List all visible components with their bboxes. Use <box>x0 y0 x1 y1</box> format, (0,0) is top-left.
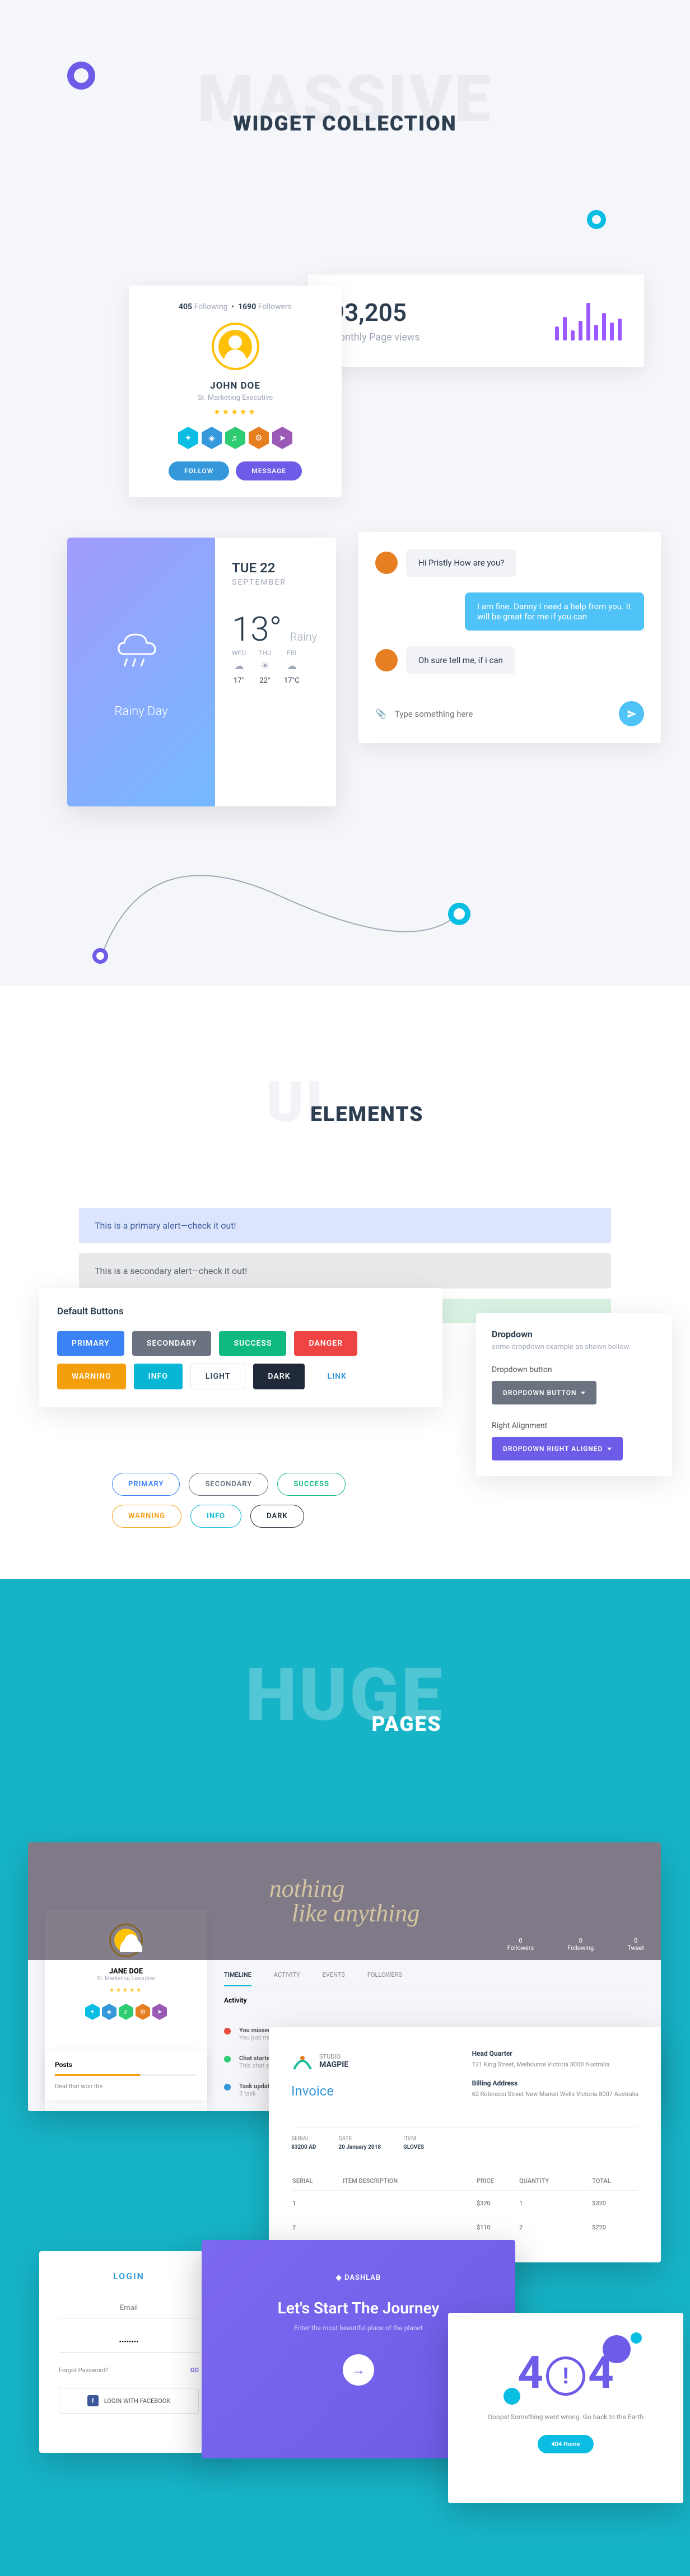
login-title: LOGIN <box>59 2271 199 2281</box>
card-subtitle: some dropdown example as shown bellow <box>492 1343 656 1351</box>
error-code: 4!4 <box>518 2346 614 2399</box>
outline-success-button[interactable]: SUCCESS <box>277 1473 346 1496</box>
card-title: Dropdown <box>492 1329 656 1340</box>
avatar <box>375 552 398 574</box>
cloud-rain-icon <box>108 626 175 676</box>
invoice-title: Invoice <box>291 2083 348 2099</box>
stats-label: Monthly Page views <box>330 332 420 343</box>
light-button[interactable]: LIGHT <box>190 1364 245 1389</box>
link-button[interactable]: LINK <box>313 1364 361 1389</box>
profile-title: Sr. Marketing Executive <box>146 394 325 402</box>
forgot-password-link[interactable]: Forgot Password? <box>59 2367 108 2374</box>
weather-temp: 13° Rainy <box>232 609 319 649</box>
facebook-login-button[interactable]: fLOGIN WITH FACEBOOK <box>59 2388 199 2414</box>
invoice-table: SERIALITEM DESCRIPTIONPRICEQUANTITYTOTAL… <box>291 2171 638 2240</box>
alert-primary: This is a primary alert—check it out! <box>79 1208 611 1243</box>
chat-input[interactable] <box>395 709 610 719</box>
danger-button[interactable]: DANGER <box>294 1331 357 1356</box>
badge-row: ✦ ◈ ♬ ⚙ ➤ <box>146 427 325 449</box>
badge-icon: ⚙ <box>249 427 269 449</box>
dropdown-label: Right Alignment <box>492 1421 656 1430</box>
caret-down-icon <box>581 1392 585 1394</box>
hero-subtitle: Enter the most beautiful place of the pl… <box>235 2324 482 2332</box>
secondary-button[interactable]: SECONDARY <box>132 1331 212 1356</box>
home-button[interactable]: 404 Home <box>538 2435 593 2453</box>
brand-logo-icon <box>291 2050 314 2072</box>
decor-curve <box>90 829 470 974</box>
brand-name: ◆ DASHLAB <box>235 2274 482 2282</box>
decor-circle <box>587 210 606 229</box>
dropdown-label: Dropdown button <box>492 1365 656 1374</box>
decor-circle <box>92 948 108 964</box>
chat-widget: Hi Pristly How are you? I am fine. Danny… <box>358 532 661 743</box>
outline-secondary-button[interactable]: SECONDARY <box>189 1473 268 1496</box>
follow-stats: 405 Following • 1690 Followers <box>146 302 325 311</box>
outline-primary-button[interactable]: PRIMARY <box>112 1473 180 1496</box>
primary-button[interactable]: PRIMARY <box>57 1331 124 1356</box>
section-title: ELEMENTS <box>310 1103 423 1127</box>
go-link[interactable]: GO <box>190 2367 199 2374</box>
rating-stars: ★★★★★ <box>146 408 325 417</box>
dropdown-button[interactable]: DROPDOWN BUTTON <box>492 1381 596 1404</box>
avatar <box>375 649 398 671</box>
chat-message: Hi Pristly How are you? <box>406 549 516 577</box>
send-button[interactable] <box>619 701 644 726</box>
decor-circle <box>448 903 470 925</box>
caret-down-icon <box>607 1448 612 1450</box>
chat-message-own: I am fine. Danny I need a help from you.… <box>465 592 644 631</box>
decor-circle <box>67 62 95 90</box>
tab-activity[interactable]: ACTIVITY <box>274 1971 300 1979</box>
tab-timeline[interactable]: TIMELINE <box>224 1971 251 1986</box>
weather-widget: Rainy Day TUE 22 SEPTEMBER 13° Rainy WED… <box>67 538 336 806</box>
hero-title: Let's Start The Journey <box>235 2299 482 2317</box>
avatar <box>212 323 259 370</box>
stats-widget: 93,205 Monthly Page views <box>308 274 644 367</box>
error-message: Ooops! Something went wrong. Go back to … <box>470 2413 661 2421</box>
dropdown-right-button[interactable]: DROPDOWN RIGHT ALIGNED <box>492 1437 623 1460</box>
stats-value: 93,205 <box>330 298 420 327</box>
attachment-icon[interactable]: 📎 <box>375 708 386 719</box>
message-button[interactable]: MESSAGE <box>236 461 302 480</box>
outline-info-button[interactable]: INFO <box>190 1505 241 1528</box>
profile-name: JOHN DOE <box>146 380 325 391</box>
follow-button[interactable]: FOLLOW <box>169 461 229 480</box>
outline-buttons: PRIMARY SECONDARY SUCCESS WARNING INFO D… <box>112 1473 392 1528</box>
weather-date: TUE 22 <box>232 560 319 576</box>
tab-followers[interactable]: FOLLOWERS <box>367 1971 402 1979</box>
bar-chart-icon <box>555 301 622 340</box>
outline-dark-button[interactable]: DARK <box>250 1505 304 1528</box>
success-button[interactable]: SUCCESS <box>219 1331 286 1356</box>
profile-widget: 405 Following • 1690 Followers JOHN DOE … <box>129 286 342 497</box>
password-field[interactable] <box>59 2332 199 2353</box>
error-page-preview: 4!4 Ooops! Something went wrong. Go back… <box>448 2313 683 2503</box>
dark-button[interactable]: DARK <box>253 1364 305 1389</box>
badge-icon: ♬ <box>225 427 245 449</box>
email-field[interactable] <box>59 2298 199 2318</box>
section-title: WIDGET COLLECTION <box>0 112 690 136</box>
start-button[interactable]: → <box>343 2354 374 2386</box>
alert-secondary: This is a secondary alert—check it out! <box>79 1253 611 1289</box>
invoice-page-preview: STUDIOMAGPIE Invoice Head Quarter121 Kin… <box>269 2027 661 2262</box>
info-button[interactable]: INFO <box>134 1364 183 1389</box>
dropdown-card: Dropdown some dropdown example as shown … <box>476 1313 672 1476</box>
login-page-preview: LOGIN Forgot Password? GO fLOGIN WITH FA… <box>39 2251 218 2453</box>
tab-events[interactable]: EVENTS <box>323 1971 345 1979</box>
badge-icon: ◈ <box>202 427 222 449</box>
badge-icon: ✦ <box>178 427 198 449</box>
chat-message: Oh sure tell me, if i can <box>406 646 515 674</box>
forecast-row: WED☁17° THU☀22° FRI☁17°C <box>232 649 319 685</box>
badge-icon: ➤ <box>272 427 292 449</box>
card-title: Default Buttons <box>57 1306 425 1317</box>
weather-month: SEPTEMBER <box>232 578 319 587</box>
facebook-icon: f <box>87 2395 99 2406</box>
send-icon <box>627 709 637 719</box>
section-title: PAGES <box>123 1712 690 1737</box>
warning-button[interactable]: WARNING <box>57 1364 126 1389</box>
weather-label: Rainy Day <box>114 704 167 718</box>
buttons-card: Default Buttons PRIMARY SECONDARY SUCCES… <box>39 1288 442 1407</box>
outline-warning-button[interactable]: WARNING <box>112 1505 181 1528</box>
